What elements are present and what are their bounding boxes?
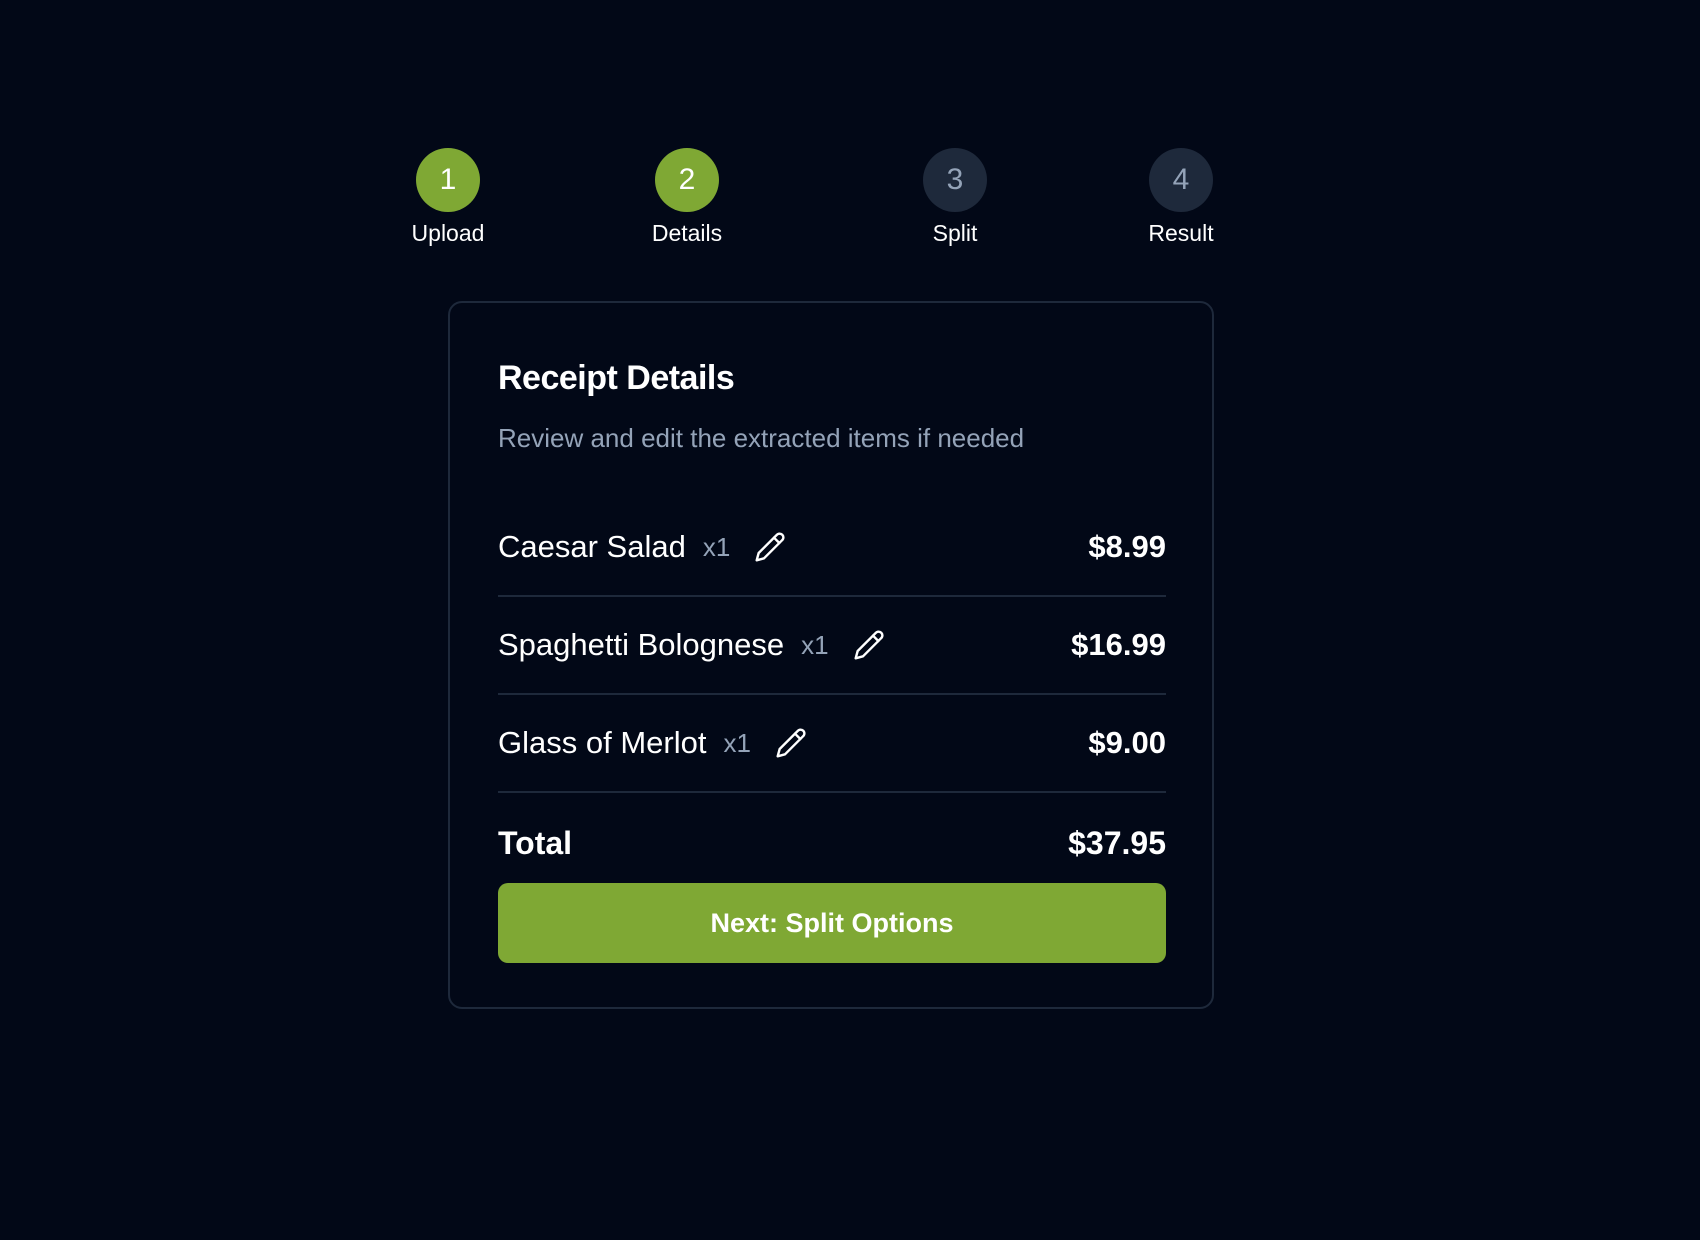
card-title: Receipt Details: [498, 359, 735, 397]
item-quantity: x1: [723, 727, 751, 758]
item-name: Spaghetti Bolognese: [498, 627, 785, 662]
step-number: 3: [923, 148, 987, 212]
step-split[interactable]: 3 Split: [895, 148, 1015, 247]
step-label: Details: [651, 220, 723, 246]
step-result[interactable]: 4 Result: [1121, 148, 1241, 247]
page: 1 Upload 2 Details 3 Split 4 Result Rece…: [0, 0, 1700, 1240]
step-number: 4: [1149, 148, 1213, 212]
total-value: $37.95: [1068, 824, 1166, 861]
receipt-item: Glass of Merlot x1 $9.00: [498, 695, 1166, 793]
receipt-items-list: Caesar Salad x1 $8.99 Spaghetti Bolognes…: [498, 499, 1166, 793]
step-number: 2: [655, 148, 719, 212]
card-subtitle: Review and edit the extracted items if n…: [498, 423, 1025, 453]
step-upload[interactable]: 1 Upload: [388, 148, 508, 247]
step-label: Split: [932, 220, 978, 246]
step-label: Result: [1148, 220, 1214, 246]
stepper: 1 Upload 2 Details 3 Split 4 Result: [412, 148, 1216, 258]
item-quantity: x1: [801, 629, 829, 660]
next-split-options-button[interactable]: Next: Split Options: [498, 883, 1166, 963]
total-label: Total: [498, 824, 573, 861]
item-price: $8.99: [1088, 529, 1166, 564]
item-name: Glass of Merlot: [498, 725, 707, 760]
step-details[interactable]: 2 Details: [627, 148, 747, 247]
total-row: Total $37.95: [498, 813, 1166, 873]
receipt-details-card: Receipt Details Review and edit the extr…: [448, 301, 1214, 1009]
receipt-item: Caesar Salad x1 $8.99: [498, 499, 1166, 597]
step-number: 1: [416, 148, 480, 212]
item-price: $16.99: [1071, 627, 1166, 662]
item-name: Caesar Salad: [498, 529, 686, 564]
pencil-icon[interactable]: [754, 531, 786, 563]
item-quantity: x1: [702, 531, 731, 562]
pencil-icon[interactable]: [853, 629, 885, 661]
step-label: Upload: [411, 220, 485, 246]
pencil-icon[interactable]: [775, 727, 807, 759]
item-price: $9.00: [1088, 725, 1166, 760]
receipt-item: Spaghetti Bolognese x1 $16.99: [498, 597, 1166, 695]
